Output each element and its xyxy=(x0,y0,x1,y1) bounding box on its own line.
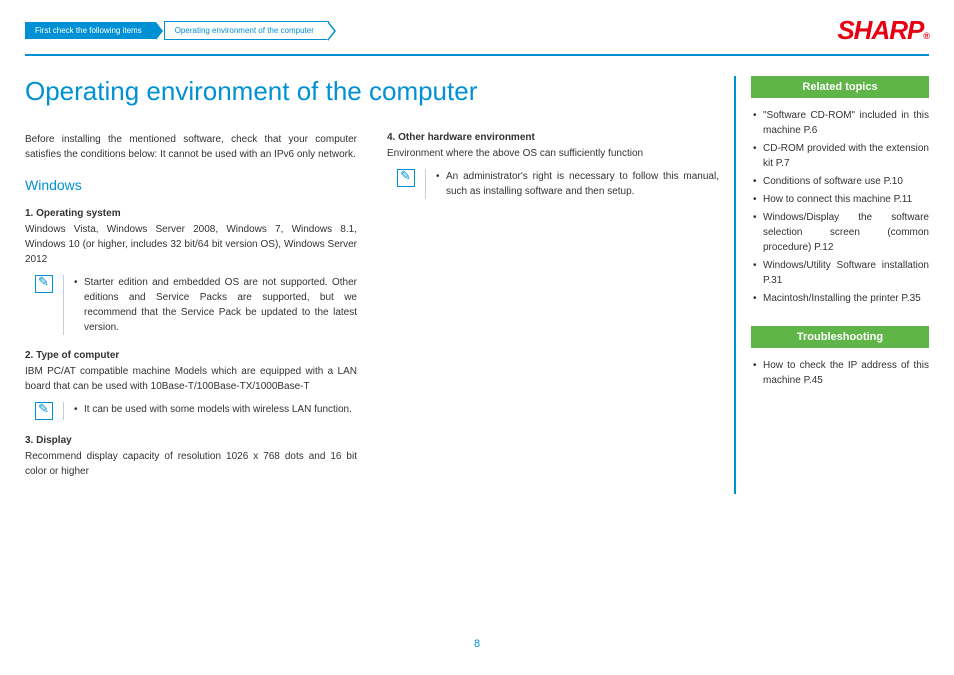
section-hardware-text: Environment where the above OS can suffi… xyxy=(387,146,719,161)
main-content: Operating environment of the computer Be… xyxy=(25,76,719,494)
pencil-icon xyxy=(35,275,53,293)
section-computer-text: IBM PC/AT compatible machine Models whic… xyxy=(25,364,357,394)
section-hardware: 4. Other hardware environment Environmen… xyxy=(387,132,719,199)
related-link[interactable]: Windows/Display the software selection s… xyxy=(751,210,929,255)
page-number: 8 xyxy=(474,638,480,650)
note-computer: It can be used with some models with wir… xyxy=(25,402,357,420)
header: First check the following items Operatin… xyxy=(0,0,954,54)
note-os: Starter edition and embedded OS are not … xyxy=(25,275,357,335)
section-display-heading: 3. Display xyxy=(25,435,357,446)
header-divider xyxy=(25,54,929,56)
trouble-link[interactable]: How to check the IP address of this mach… xyxy=(751,358,929,388)
related-link[interactable]: "Software CD-ROM" included in this machi… xyxy=(751,108,929,138)
section-display: 3. Display Recommend display capacity of… xyxy=(25,435,357,479)
sharp-logo: SHARP® xyxy=(837,15,929,46)
page-title: Operating environment of the computer xyxy=(25,76,719,107)
section-hardware-heading: 4. Other hardware environment xyxy=(387,132,719,143)
breadcrumb-prev[interactable]: First check the following items xyxy=(25,22,156,39)
related-link[interactable]: Conditions of software use P.10 xyxy=(751,174,929,189)
related-topics-header: Related topics xyxy=(751,76,929,98)
related-link[interactable]: CD-ROM provided with the extension kit P… xyxy=(751,141,929,171)
breadcrumb-current: Operating environment of the computer xyxy=(164,21,329,40)
windows-heading: Windows xyxy=(25,177,357,193)
note-hardware-item: An administrator's right is necessary to… xyxy=(436,169,719,199)
section-computer-heading: 2. Type of computer xyxy=(25,350,357,361)
breadcrumb: First check the following items Operatin… xyxy=(25,21,337,40)
section-computer: 2. Type of computer IBM PC/AT compatible… xyxy=(25,350,357,420)
related-link[interactable]: Windows/Utility Software installation P.… xyxy=(751,258,929,288)
section-os-text: Windows Vista, Windows Server 2008, Wind… xyxy=(25,222,357,267)
section-os: 1. Operating system Windows Vista, Windo… xyxy=(25,208,357,335)
note-computer-item: It can be used with some models with wir… xyxy=(74,402,357,417)
troubleshooting-header: Troubleshooting xyxy=(751,326,929,348)
sidebar: Related topics "Software CD-ROM" include… xyxy=(734,76,929,494)
troubleshooting-list: How to check the IP address of this mach… xyxy=(751,358,929,388)
related-link[interactable]: Macintosh/Installing the printer P.35 xyxy=(751,291,929,306)
note-hardware: An administrator's right is necessary to… xyxy=(387,169,719,199)
section-display-text: Recommend display capacity of resolution… xyxy=(25,449,357,479)
pencil-icon xyxy=(397,169,415,187)
section-os-heading: 1. Operating system xyxy=(25,208,357,219)
related-topics-list: "Software CD-ROM" included in this machi… xyxy=(751,108,929,306)
intro-text: Before installing the mentioned software… xyxy=(25,132,357,162)
pencil-icon xyxy=(35,402,53,420)
related-link[interactable]: How to connect this machine P.11 xyxy=(751,192,929,207)
note-os-item: Starter edition and embedded OS are not … xyxy=(74,275,357,335)
